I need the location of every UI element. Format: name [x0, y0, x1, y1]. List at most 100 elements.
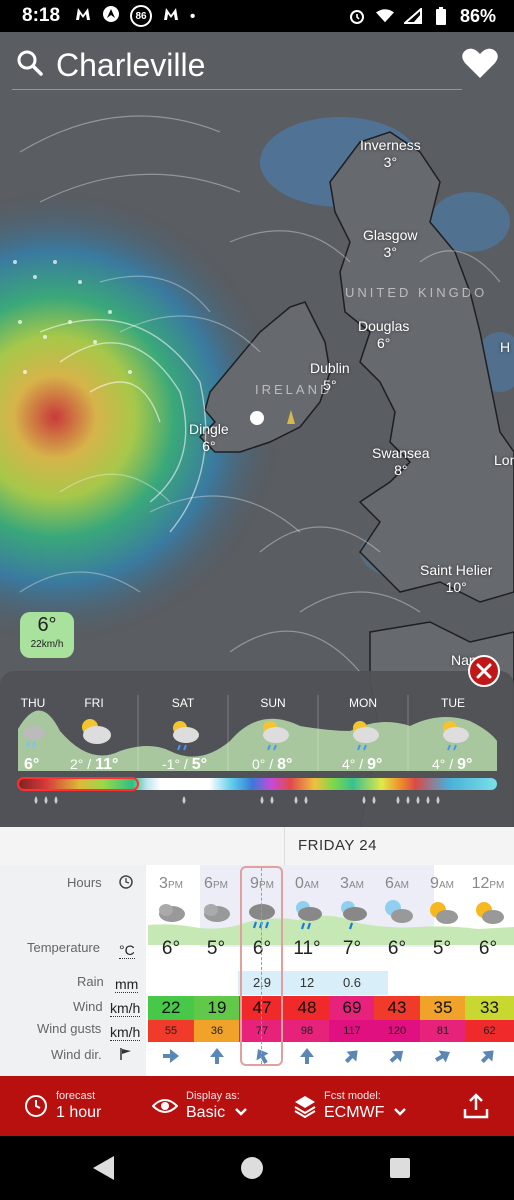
- recents-icon[interactable]: [390, 1158, 410, 1178]
- day-label[interactable]: FRI: [69, 696, 119, 710]
- sun-rain-icon: [443, 721, 469, 751]
- hour-cell[interactable]: 9AM: [420, 875, 464, 893]
- dot-icon: •: [190, 7, 196, 25]
- signal-icon: [403, 7, 422, 25]
- wind-cell: 48: [284, 996, 330, 1020]
- wind-direction-arrow-icon: [421, 1047, 465, 1065]
- search-icon[interactable]: [16, 49, 44, 82]
- forecast-interval-button[interactable]: forecast 1 hour: [24, 1076, 101, 1136]
- row-labels: [0, 865, 146, 1076]
- heart-icon[interactable]: [462, 47, 498, 84]
- battery-icon: [432, 7, 450, 25]
- gust-cell: 81: [420, 1020, 466, 1042]
- cloud-icon: [204, 904, 230, 922]
- timeline-selection[interactable]: [17, 777, 139, 791]
- system-nav-bar: [0, 1136, 514, 1200]
- back-icon[interactable]: [93, 1156, 114, 1180]
- gust-cell: 36: [194, 1020, 240, 1042]
- eye-icon: [152, 1099, 178, 1113]
- city-label[interactable]: Lon: [494, 452, 514, 469]
- temp-cell: 6°: [478, 938, 498, 959]
- forecast-model-button[interactable]: Fcst model: ECMWF: [294, 1076, 407, 1136]
- day-weather-icons: [23, 719, 469, 751]
- m-logo-icon: [162, 6, 180, 26]
- wind-direction-arrow-icon: [149, 1047, 193, 1065]
- city-label[interactable]: Inverness 3°: [360, 137, 421, 171]
- search-bar[interactable]: Charleville: [0, 32, 514, 98]
- day-temp: 0° / 8°: [252, 756, 293, 773]
- wifi-icon: [375, 7, 394, 25]
- temp-cell: 5°: [206, 938, 226, 959]
- hour-cell[interactable]: 12PM: [466, 875, 510, 893]
- moon-rain-icon: [341, 901, 367, 930]
- current-conditions-bubble[interactable]: 6° 22km/h: [20, 612, 74, 658]
- rain-cell: 0.6: [342, 975, 362, 990]
- day-label[interactable]: TUE: [428, 696, 478, 710]
- hour-cell[interactable]: 3PM: [149, 875, 193, 893]
- gusts-label: Wind gusts: [37, 1021, 102, 1036]
- wind-direction-arrow-icon: [375, 1047, 419, 1065]
- clock-icon: [25, 1095, 47, 1117]
- sun-rain-icon: [353, 721, 379, 751]
- hour-cell[interactable]: 0AM: [285, 875, 329, 893]
- sun-cloud-icon: [430, 902, 458, 924]
- wind-direction-arrow-icon: [195, 1047, 239, 1065]
- city-label[interactable]: Saint Helier 10°: [420, 562, 492, 596]
- hourly-weather-icons: [159, 900, 504, 930]
- day-temp: 6°: [24, 756, 40, 773]
- wind-cell: 33: [465, 996, 514, 1020]
- city-label[interactable]: Douglas 6°: [358, 318, 409, 352]
- temp-cell: 7°: [342, 938, 362, 959]
- rain-cell: 12: [299, 975, 315, 990]
- compass-icon: [102, 5, 120, 27]
- flag-icon: [119, 1047, 133, 1066]
- wind-unit[interactable]: km/h: [110, 1000, 141, 1017]
- share-button[interactable]: [462, 1076, 490, 1136]
- day-label[interactable]: MON: [338, 696, 388, 710]
- gust-cell: 98: [284, 1020, 330, 1042]
- gust-cell: 117: [329, 1020, 375, 1042]
- hour-cell[interactable]: 6AM: [375, 875, 419, 893]
- wind-cell: 69: [329, 996, 375, 1020]
- table-header: FRIDAY 24: [0, 827, 514, 865]
- gust-cell: 120: [374, 1020, 420, 1042]
- gust-cell: 62: [465, 1020, 514, 1042]
- temp-cell: 5°: [432, 938, 452, 959]
- wind-direction-arrow-icon: [466, 1047, 510, 1065]
- notification-icons: 86 •: [74, 5, 195, 27]
- temp-cell: 11°: [293, 938, 321, 959]
- country-label-uk: UNITED KINGDO: [345, 285, 488, 300]
- display-mode-button[interactable]: Display as: Basic: [152, 1076, 248, 1136]
- city-label[interactable]: Swansea 8°: [372, 445, 430, 479]
- city-label[interactable]: H: [500, 339, 510, 356]
- 86-badge-icon: 86: [130, 5, 153, 27]
- alarm-icon: [348, 7, 366, 25]
- day-temp: 4° / 9°: [432, 756, 473, 773]
- day-label[interactable]: THU: [8, 696, 58, 710]
- temperature-unit[interactable]: °C: [119, 942, 135, 959]
- location-title[interactable]: Charleville: [56, 47, 205, 84]
- day-label[interactable]: SUN: [248, 696, 298, 710]
- share-icon: [463, 1093, 489, 1119]
- status-bar: 8:18 86 • 86%: [0, 0, 514, 32]
- status-time: 8:18: [22, 5, 61, 26]
- chevron-down-icon: [394, 1107, 406, 1116]
- hour-cell[interactable]: 6PM: [194, 875, 238, 893]
- wind-cell: 35: [420, 996, 466, 1020]
- day-label[interactable]: SAT: [158, 696, 208, 710]
- close-button[interactable]: [468, 655, 500, 687]
- city-label[interactable]: Dingle 6°: [189, 421, 229, 455]
- home-icon[interactable]: [241, 1157, 263, 1179]
- city-label[interactable]: Dublin 5°: [310, 360, 350, 394]
- sun-cloud-icon: [476, 902, 504, 924]
- rain-unit[interactable]: mm: [115, 976, 139, 993]
- gusts-unit[interactable]: km/h: [110, 1024, 141, 1041]
- wind-direction-arrow-icon: [285, 1047, 329, 1065]
- wind-direction-arrow-icon: [330, 1047, 374, 1065]
- moon-rain-icon: [296, 901, 322, 930]
- hour-cell[interactable]: 3AM: [330, 875, 374, 893]
- rain-drops-icons: [34, 796, 440, 804]
- layers-icon: [294, 1096, 316, 1118]
- city-label[interactable]: Glasgow 3°: [363, 227, 417, 261]
- date-label: FRIDAY 24: [298, 837, 377, 854]
